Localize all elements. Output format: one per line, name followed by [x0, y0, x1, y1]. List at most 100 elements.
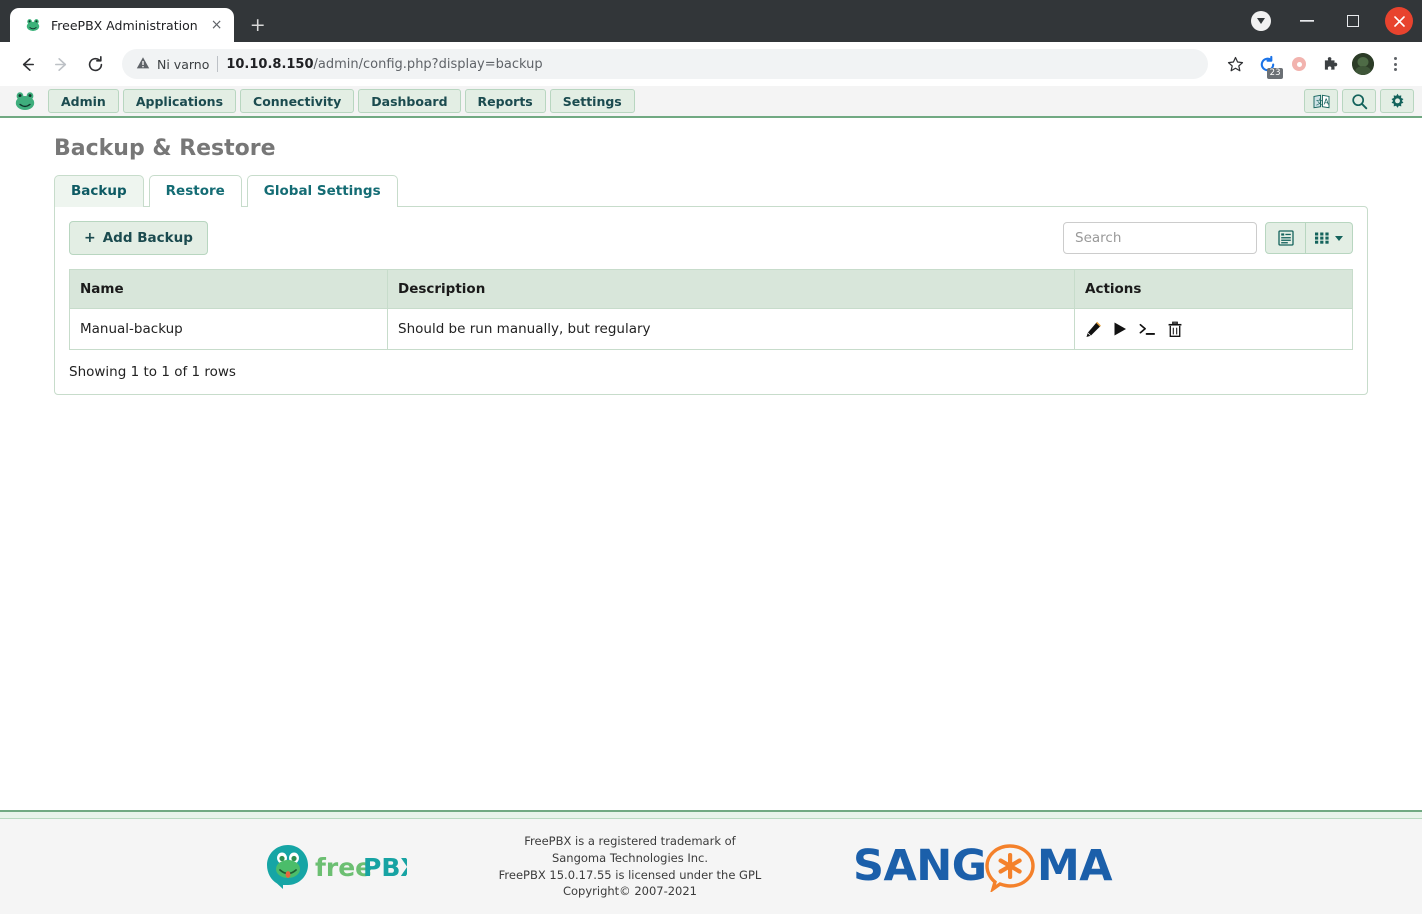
bookmark-star-icon[interactable] [1220, 49, 1250, 79]
record-dot-icon [1292, 57, 1306, 71]
url-host: 10.10.8.150 [226, 56, 314, 72]
backups-table: Name Description Actions Manual-backup S… [69, 269, 1353, 350]
run-play-icon[interactable] [1112, 320, 1128, 338]
browser-tab-freepbx[interactable]: FreePBX Administration × [10, 8, 234, 42]
column-header-description[interactable]: Description [387, 269, 1075, 309]
security-label: Ni varno [157, 56, 210, 72]
footer-line-2: Sangoma Technologies Inc. [551, 850, 709, 865]
url-path: /admin/config.php?display=backup [313, 56, 543, 72]
cell-name: Manual-backup [69, 308, 388, 350]
panel-toolbar: + Add Backup [69, 221, 1353, 255]
freepbx-nav-items: Admin Applications Connectivity Dashboar… [48, 89, 635, 113]
language-icon[interactable]: 文 A [1304, 89, 1338, 113]
tab-backup[interactable]: Backup [54, 175, 144, 207]
freepbx-nav-right: 文 A [1304, 89, 1414, 113]
backup-panel: + Add Backup Search Name Description Act… [54, 206, 1368, 395]
window-close-button[interactable] [1376, 0, 1422, 42]
sangoma-logo: SANG MA [853, 842, 1157, 892]
footer-text: FreePBX is a registered trademark of San… [499, 833, 762, 900]
footer-line-4: Copyright© 2007-2021 [562, 884, 697, 899]
freepbx-frog-logo-icon[interactable] [12, 88, 38, 114]
freepbx-logo: free PBX [265, 843, 407, 891]
toolbar-right-icons: 23 [1220, 49, 1410, 79]
search-icon[interactable] [1342, 89, 1376, 113]
page-tabs: Backup Restore Global Settings [54, 175, 1422, 207]
page-title: Backup & Restore [54, 136, 276, 161]
svg-text:A: A [1323, 97, 1329, 106]
cell-actions [1074, 308, 1353, 350]
table-row[interactable]: Manual-backup Should be run manually, bu… [69, 308, 1353, 350]
browser-window: FreePBX Administration × + Ni varno 10.1… [0, 0, 1422, 914]
url-text: 10.10.8.150/admin/config.php?display=bac… [226, 57, 542, 72]
tab-restore[interactable]: Restore [148, 175, 242, 207]
forward-button[interactable] [46, 49, 76, 79]
avatar [1352, 53, 1374, 75]
nav-item-reports[interactable]: Reports [464, 89, 546, 113]
page-viewport: Admin Applications Connectivity Dashboar… [0, 86, 1422, 914]
search-input[interactable] [1063, 222, 1257, 254]
warning-triangle-icon [136, 55, 150, 74]
nav-item-admin[interactable]: Admin [48, 89, 119, 113]
row-actions [1085, 320, 1342, 338]
new-tab-button[interactable]: + [244, 11, 272, 39]
close-tab-icon[interactable]: × [208, 16, 226, 34]
profile-avatar[interactable] [1348, 49, 1378, 79]
column-header-name[interactable]: Name [69, 269, 388, 309]
close-icon [1385, 7, 1413, 35]
showing-rows-label: Showing 1 to 1 of 1 rows [69, 364, 236, 380]
omnibox-divider [217, 56, 219, 72]
freepbx-navbar: Admin Applications Connectivity Dashboar… [0, 86, 1422, 118]
nav-item-connectivity[interactable]: Connectivity [240, 89, 355, 113]
delete-trash-icon[interactable] [1167, 320, 1183, 338]
back-button[interactable] [12, 49, 42, 79]
nav-item-applications[interactable]: Applications [122, 89, 237, 113]
maximize-icon [1347, 15, 1359, 27]
address-bar[interactable]: Ni varno 10.10.8.150/admin/config.php?di… [122, 49, 1208, 79]
record-indicator-icon[interactable] [1284, 49, 1314, 79]
panel-tools-right [1063, 222, 1353, 254]
footer-content: free PBX FreePBX is a registered tradema… [0, 819, 1422, 914]
list-view-icon[interactable] [1265, 222, 1306, 254]
extension-badge-count: 23 [1267, 67, 1283, 79]
page-footer: free PBX FreePBX is a registered tradema… [0, 810, 1422, 914]
cell-description: Should be run manually, but regulary [387, 308, 1075, 350]
add-backup-button[interactable]: + Add Backup [69, 221, 208, 255]
browser-menu-button[interactable] [1380, 49, 1410, 79]
window-maximize-button[interactable] [1330, 0, 1376, 42]
svg-text:SANG: SANG [853, 842, 987, 891]
browser-titlebar: FreePBX Administration × + [0, 0, 1422, 42]
kebab-menu-icon [1393, 57, 1397, 71]
svg-text:PBX: PBX [363, 853, 407, 882]
tab-global-settings[interactable]: Global Settings [246, 175, 398, 207]
table-head: Name Description Actions [69, 269, 1353, 309]
reload-button[interactable] [80, 49, 110, 79]
security-warning[interactable]: Ni varno [136, 55, 209, 74]
columns-grid-icon[interactable] [1306, 222, 1353, 254]
svg-text:MA: MA [1037, 842, 1113, 891]
footer-line-3: FreePBX 15.0.17.55 is licensed under the… [498, 867, 762, 882]
extensions-puzzle-icon[interactable] [1316, 49, 1346, 79]
window-dropdown-button[interactable] [1238, 0, 1284, 42]
frog-favicon-icon [24, 17, 41, 34]
sync-extension-icon: 23 [1254, 51, 1283, 79]
extension-badge-icon[interactable]: 23 [1252, 49, 1283, 79]
table-body: Manual-backup Should be run manually, bu… [69, 308, 1353, 350]
add-backup-label: Add Backup [102, 230, 193, 246]
nav-item-settings[interactable]: Settings [549, 89, 635, 113]
chevron-down-icon [1251, 11, 1271, 31]
browser-tab-title: FreePBX Administration [51, 17, 198, 33]
nav-item-dashboard[interactable]: Dashboard [358, 89, 461, 113]
edit-pencil-icon[interactable] [1085, 320, 1102, 338]
browser-toolbar: Ni varno 10.10.8.150/admin/config.php?di… [0, 42, 1422, 86]
plus-icon: + [84, 230, 96, 246]
minimize-icon [1300, 20, 1314, 22]
svg-text:文: 文 [1315, 97, 1322, 106]
column-header-actions[interactable]: Actions [1074, 269, 1353, 309]
window-minimize-button[interactable] [1284, 0, 1330, 42]
terminal-icon[interactable] [1138, 320, 1157, 338]
footer-line-1: FreePBX is a registered trademark of [524, 834, 736, 849]
gear-icon[interactable] [1380, 89, 1414, 113]
view-buttons-group [1265, 222, 1353, 254]
window-controls [1238, 0, 1422, 42]
footer-green-band [0, 812, 1422, 819]
